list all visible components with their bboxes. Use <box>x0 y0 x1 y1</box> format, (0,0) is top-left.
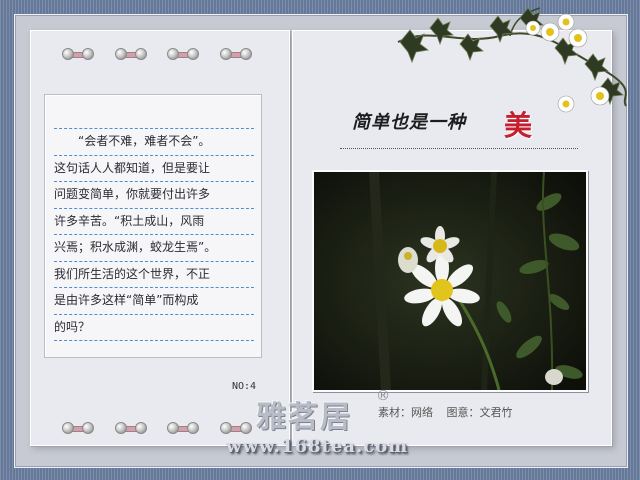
binding-ring <box>240 422 252 434</box>
poem-line: 我们所生活的这个世界，不正 <box>54 262 254 288</box>
binding-ring <box>135 422 147 434</box>
credit-material: 素材：网络 <box>378 406 433 419</box>
title-divider <box>340 148 578 149</box>
flower-photo <box>312 170 588 392</box>
binding-ring <box>240 48 252 60</box>
poem-line: 许多辛苦。“积土成山，风雨 <box>54 209 254 235</box>
poem-line: 问题变简单，你就要付出许多 <box>54 182 254 209</box>
credits: 素材：网络 图意：文君竹 <box>378 404 523 420</box>
poem-line: 的吗？ <box>54 315 254 341</box>
page-title: 简单也是一种 <box>352 108 466 134</box>
site-url: www.168tea.com <box>226 436 409 457</box>
title-main: 简单也是一种 <box>352 112 466 133</box>
binding-ring <box>220 48 232 60</box>
poem-line: 是由许多这样“简单”而构成 <box>54 288 254 315</box>
binding-ring <box>167 422 179 434</box>
credit-design: 图意：文君竹 <box>446 406 513 419</box>
binding-ring <box>220 422 232 434</box>
binding-ring <box>187 48 199 60</box>
daisy-photo-icon <box>314 172 586 390</box>
binding-ring <box>82 422 94 434</box>
poem-text: “会者不难，难者不会”。 这句话人人都知道，但是要让 问题变简单，你就要付出许多… <box>54 128 254 341</box>
poem-line: “会者不难，难者不会”。 <box>54 128 254 156</box>
title-accent: 美 <box>504 109 533 142</box>
binding-ring <box>115 48 127 60</box>
brand-logo: 雅茗居 <box>256 400 352 435</box>
binding-ring <box>62 422 74 434</box>
binding-ring <box>187 422 199 434</box>
page-number: NO:4 <box>232 381 257 392</box>
registered-mark: ® <box>376 388 390 404</box>
binding-ring <box>115 422 127 434</box>
binding-ring <box>82 48 94 60</box>
ivy-flower-decoration-icon <box>397 7 627 113</box>
poem-line: 兴焉；积水成渊，蛟龙生焉”。 <box>54 235 254 262</box>
binding-ring <box>62 48 74 60</box>
binding-ring <box>167 48 179 60</box>
binding-ring <box>135 48 147 60</box>
poem-line: 这句话人人都知道，但是要让 <box>54 156 254 182</box>
